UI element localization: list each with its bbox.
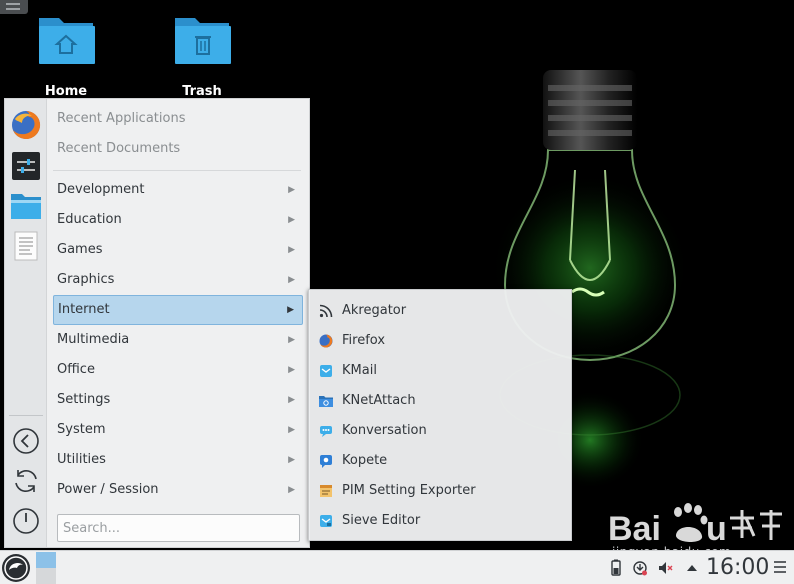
sidebar-separator bbox=[9, 415, 43, 416]
menu-item-label: Utilities bbox=[57, 452, 106, 467]
chevron-right-icon: ▶ bbox=[287, 305, 294, 315]
menu-separator bbox=[53, 170, 301, 171]
search-input[interactable] bbox=[57, 514, 300, 542]
chevron-right-icon: ▶ bbox=[288, 485, 295, 495]
submenu-item-kopete[interactable]: Kopete bbox=[309, 446, 571, 476]
submenu-item-akregator[interactable]: Akregator bbox=[309, 296, 571, 326]
desktop-toolbox-button[interactable] bbox=[0, 0, 28, 14]
menu-item-label: Games bbox=[57, 242, 103, 257]
menu-item-multimedia[interactable]: Multimedia ▶ bbox=[53, 325, 303, 355]
trash-folder-icon bbox=[175, 18, 231, 64]
home-folder-icon bbox=[39, 18, 95, 64]
menu-recent-documents[interactable]: Recent Documents bbox=[53, 134, 303, 164]
back-icon[interactable] bbox=[10, 425, 42, 457]
menu-recent-applications[interactable]: Recent Applications bbox=[53, 104, 303, 134]
application-launcher-icon[interactable] bbox=[0, 552, 32, 584]
virtual-desktop-2[interactable] bbox=[36, 568, 56, 584]
updates-icon[interactable] bbox=[632, 559, 648, 577]
svg-text:u: u bbox=[706, 510, 727, 548]
pim-exporter-icon bbox=[320, 485, 332, 497]
menu-item-label: System bbox=[57, 422, 106, 437]
refresh-icon[interactable] bbox=[10, 465, 42, 497]
menu-item-label: Power / Session bbox=[57, 482, 159, 497]
konversation-icon bbox=[320, 426, 332, 437]
internet-submenu: Akregator Firefox KMail KNetAttach Konve… bbox=[308, 289, 572, 541]
menu-item-power-session[interactable]: Power / Session ▶ bbox=[53, 475, 303, 505]
chevron-right-icon: ▶ bbox=[288, 335, 295, 345]
chevron-right-icon: ▶ bbox=[288, 395, 295, 405]
desktop-icon-label: Trash bbox=[182, 84, 222, 99]
chevron-right-icon: ▶ bbox=[288, 245, 295, 255]
submenu-item-label: KNetAttach bbox=[342, 393, 416, 408]
power-icon[interactable] bbox=[10, 505, 42, 537]
submenu-item-konversation[interactable]: Konversation bbox=[309, 416, 571, 446]
rss-feed-icon bbox=[319, 304, 333, 318]
submenu-item-label: Firefox bbox=[342, 333, 386, 348]
system-settings-icon[interactable] bbox=[10, 150, 42, 182]
menu-item-label: Education bbox=[57, 212, 122, 227]
panel-options-icon[interactable] bbox=[774, 561, 788, 573]
menu-item-games[interactable]: Games ▶ bbox=[53, 235, 303, 265]
chevron-right-icon: ▶ bbox=[288, 215, 295, 225]
chevron-right-icon: ▶ bbox=[288, 365, 295, 375]
menu-item-system[interactable]: System ▶ bbox=[53, 415, 303, 445]
text-editor-icon[interactable] bbox=[10, 230, 42, 262]
file-manager-icon[interactable] bbox=[10, 190, 42, 222]
menu-item-label: Office bbox=[57, 362, 95, 377]
svg-text:Bai: Bai bbox=[608, 510, 661, 548]
menu-item-office[interactable]: Office ▶ bbox=[53, 355, 303, 385]
menu-item-education[interactable]: Education ▶ bbox=[53, 205, 303, 235]
taskbar-panel: 16:00 bbox=[0, 550, 794, 584]
menu-item-label: Graphics bbox=[57, 272, 115, 287]
menu-favorites-sidebar bbox=[5, 99, 47, 547]
submenu-item-label: KMail bbox=[342, 363, 377, 378]
menu-item-settings[interactable]: Settings ▶ bbox=[53, 385, 303, 415]
virtual-desktop-1[interactable] bbox=[36, 552, 56, 568]
desktop-icon-trash[interactable]: Trash bbox=[162, 12, 242, 99]
chevron-right-icon: ▶ bbox=[288, 185, 295, 195]
menu-item-label: Development bbox=[57, 182, 145, 197]
submenu-item-label: Konversation bbox=[342, 423, 427, 438]
chevron-right-icon: ▶ bbox=[288, 425, 295, 435]
submenu-item-label: Akregator bbox=[342, 303, 407, 318]
chevron-right-icon: ▶ bbox=[288, 275, 295, 285]
submenu-item-pim-setting-exporter[interactable]: PIM Setting Exporter bbox=[309, 476, 571, 506]
submenu-item-firefox[interactable]: Firefox bbox=[309, 326, 571, 356]
submenu-item-sieve-editor[interactable]: Sieve Editor bbox=[309, 506, 571, 536]
submenu-item-label: Sieve Editor bbox=[342, 513, 421, 528]
chevron-right-icon: ▶ bbox=[288, 455, 295, 465]
kopete-icon bbox=[320, 455, 332, 468]
clock[interactable]: 16:00 bbox=[706, 555, 769, 580]
battery-icon[interactable] bbox=[608, 559, 624, 577]
desktop-icon-label: Home bbox=[44, 84, 88, 99]
menu-item-label: Internet bbox=[58, 302, 110, 317]
firefox-icon bbox=[319, 334, 333, 348]
menu-item-label: Settings bbox=[57, 392, 111, 407]
menu-item-internet[interactable]: Internet ▶ bbox=[53, 295, 303, 325]
submenu-item-label: PIM Setting Exporter bbox=[342, 483, 476, 498]
expand-tray-icon[interactable] bbox=[684, 559, 700, 577]
sieve-editor-icon bbox=[320, 515, 332, 527]
submenu-item-kmail[interactable]: KMail bbox=[309, 356, 571, 386]
application-menu: Recent Applications Recent Documents Dev… bbox=[4, 98, 310, 548]
submenu-item-label: Kopete bbox=[342, 453, 388, 468]
menu-item-graphics[interactable]: Graphics ▶ bbox=[53, 265, 303, 295]
menu-item-utilities[interactable]: Utilities ▶ bbox=[53, 445, 303, 475]
submenu-item-knetattach[interactable]: KNetAttach bbox=[309, 386, 571, 416]
firefox-icon[interactable] bbox=[10, 109, 42, 141]
volume-muted-icon[interactable] bbox=[657, 559, 673, 577]
desktop-icon-home[interactable]: Home bbox=[26, 12, 106, 99]
menu-item-label: Multimedia bbox=[57, 332, 130, 347]
kmail-icon bbox=[320, 365, 332, 377]
knetattach-icon bbox=[319, 396, 333, 407]
menu-item-development[interactable]: Development ▶ bbox=[53, 175, 303, 205]
